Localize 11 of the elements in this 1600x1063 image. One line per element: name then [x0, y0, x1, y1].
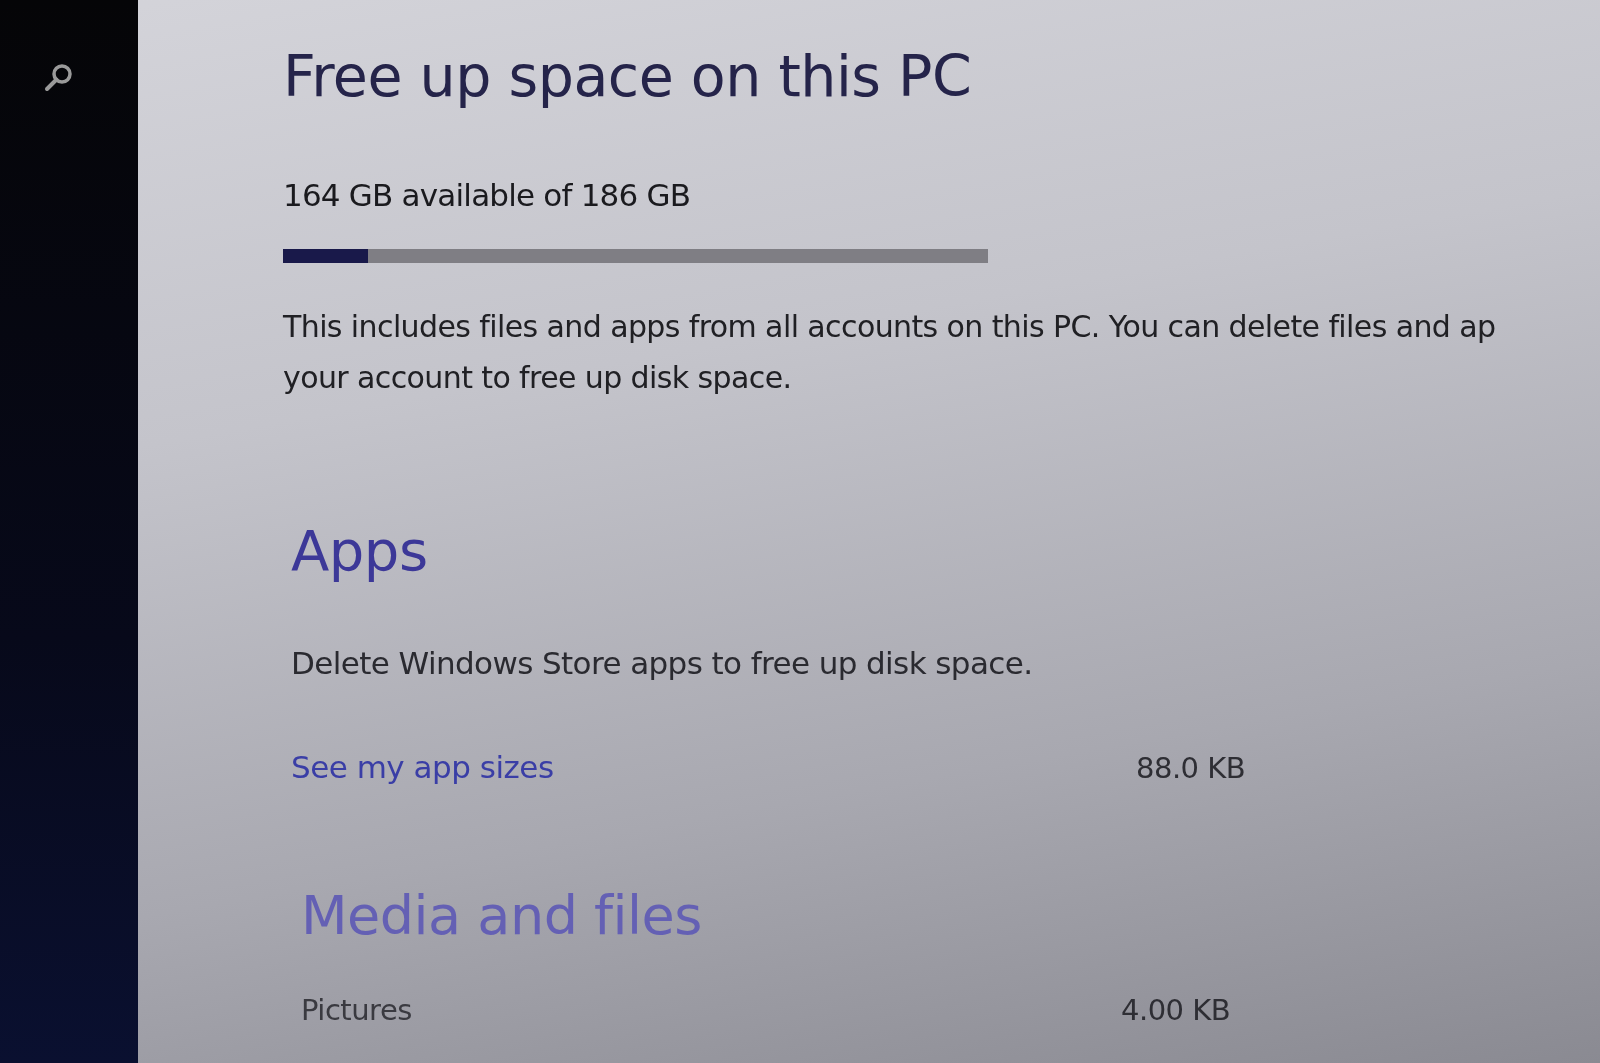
- section-description: Delete Windows Store apps to free up disk space.: [291, 645, 1033, 683]
- category-label: Pictures: [301, 992, 412, 1027]
- page-title: Free up space on this PC: [283, 42, 973, 111]
- search-icon[interactable]: [44, 62, 74, 92]
- section-heading: Media and files: [301, 882, 703, 949]
- section-heading: Apps: [291, 516, 429, 585]
- description-text: This includes files and apps from all accounts on this PC. You can delete files and ap your account to free up disk space.: [283, 307, 1496, 397]
- app-sizes-link[interactable]: See my app sizes: [291, 748, 554, 785]
- size-value: 88.0 KB: [1136, 750, 1246, 785]
- size-value: 4.00 KB: [1121, 992, 1231, 1027]
- storage-summary: 164 GB available of 186 GB: [283, 177, 691, 215]
